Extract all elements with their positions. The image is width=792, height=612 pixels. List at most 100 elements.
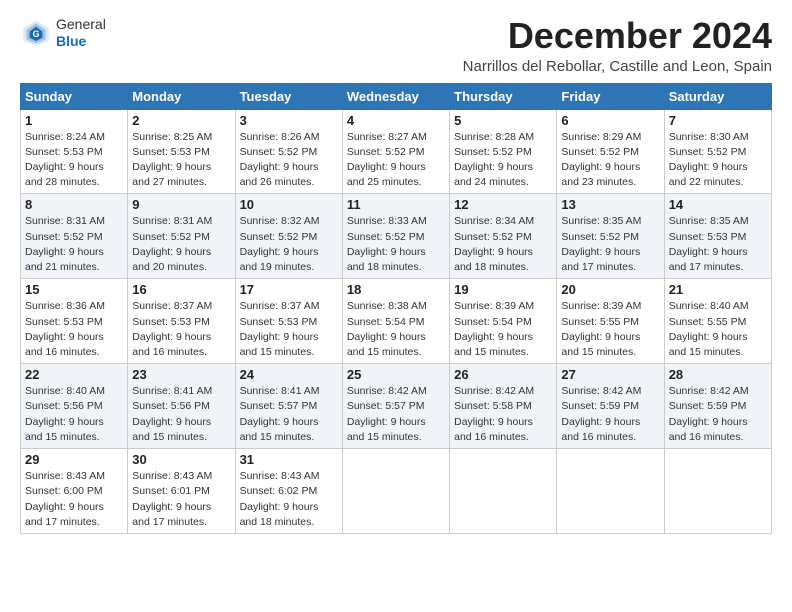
day-info: Sunrise: 8:32 AMSunset: 5:52 PMDaylight:… <box>240 215 320 273</box>
calendar-cell: 11 Sunrise: 8:33 AMSunset: 5:52 PMDaylig… <box>342 194 449 279</box>
day-info: Sunrise: 8:37 AMSunset: 5:53 PMDaylight:… <box>132 300 212 358</box>
calendar-cell: 3 Sunrise: 8:26 AMSunset: 5:52 PMDayligh… <box>235 109 342 194</box>
day-info: Sunrise: 8:36 AMSunset: 5:53 PMDaylight:… <box>25 300 105 358</box>
calendar-cell: 29 Sunrise: 8:43 AMSunset: 6:00 PMDaylig… <box>21 449 128 534</box>
calendar-cell <box>450 449 557 534</box>
day-info: Sunrise: 8:31 AMSunset: 5:52 PMDaylight:… <box>25 215 105 273</box>
calendar-cell: 23 Sunrise: 8:41 AMSunset: 5:56 PMDaylig… <box>128 364 235 449</box>
month-title: December 2024 <box>463 16 772 56</box>
day-info: Sunrise: 8:24 AMSunset: 5:53 PMDaylight:… <box>25 131 105 189</box>
day-info: Sunrise: 8:30 AMSunset: 5:52 PMDaylight:… <box>669 131 749 189</box>
day-number: 11 <box>347 197 445 212</box>
calendar-cell: 5 Sunrise: 8:28 AMSunset: 5:52 PMDayligh… <box>450 109 557 194</box>
day-number: 21 <box>669 282 767 297</box>
calendar-cell: 28 Sunrise: 8:42 AMSunset: 5:59 PMDaylig… <box>664 364 771 449</box>
calendar-cell: 15 Sunrise: 8:36 AMSunset: 5:53 PMDaylig… <box>21 279 128 364</box>
calendar-cell: 26 Sunrise: 8:42 AMSunset: 5:58 PMDaylig… <box>450 364 557 449</box>
day-number: 23 <box>132 367 230 382</box>
day-number: 1 <box>25 113 123 128</box>
day-number: 31 <box>240 452 338 467</box>
day-number: 3 <box>240 113 338 128</box>
calendar-week-row: 15 Sunrise: 8:36 AMSunset: 5:53 PMDaylig… <box>21 279 772 364</box>
calendar-cell: 16 Sunrise: 8:37 AMSunset: 5:53 PMDaylig… <box>128 279 235 364</box>
calendar-cell: 24 Sunrise: 8:41 AMSunset: 5:57 PMDaylig… <box>235 364 342 449</box>
day-info: Sunrise: 8:27 AMSunset: 5:52 PMDaylight:… <box>347 131 427 189</box>
logo-text: General Blue <box>56 16 106 50</box>
calendar-cell: 21 Sunrise: 8:40 AMSunset: 5:55 PMDaylig… <box>664 279 771 364</box>
calendar-cell: 13 Sunrise: 8:35 AMSunset: 5:52 PMDaylig… <box>557 194 664 279</box>
calendar-cell: 6 Sunrise: 8:29 AMSunset: 5:52 PMDayligh… <box>557 109 664 194</box>
day-info: Sunrise: 8:26 AMSunset: 5:52 PMDaylight:… <box>240 131 320 189</box>
header: G General Blue December 2024 Narrillos d… <box>20 16 772 75</box>
day-info: Sunrise: 8:41 AMSunset: 5:57 PMDaylight:… <box>240 385 320 443</box>
calendar-cell <box>342 449 449 534</box>
calendar-week-row: 29 Sunrise: 8:43 AMSunset: 6:00 PMDaylig… <box>21 449 772 534</box>
location: Narrillos del Rebollar, Castille and Leo… <box>463 58 772 75</box>
header-friday: Friday <box>557 83 664 109</box>
calendar-cell: 22 Sunrise: 8:40 AMSunset: 5:56 PMDaylig… <box>21 364 128 449</box>
day-info: Sunrise: 8:35 AMSunset: 5:53 PMDaylight:… <box>669 215 749 273</box>
day-info: Sunrise: 8:28 AMSunset: 5:52 PMDaylight:… <box>454 131 534 189</box>
calendar-cell: 18 Sunrise: 8:38 AMSunset: 5:54 PMDaylig… <box>342 279 449 364</box>
calendar-week-row: 22 Sunrise: 8:40 AMSunset: 5:56 PMDaylig… <box>21 364 772 449</box>
calendar-cell: 19 Sunrise: 8:39 AMSunset: 5:54 PMDaylig… <box>450 279 557 364</box>
day-number: 12 <box>454 197 552 212</box>
day-number: 22 <box>25 367 123 382</box>
day-info: Sunrise: 8:34 AMSunset: 5:52 PMDaylight:… <box>454 215 534 273</box>
calendar-cell: 4 Sunrise: 8:27 AMSunset: 5:52 PMDayligh… <box>342 109 449 194</box>
logo: G General Blue <box>20 16 106 50</box>
day-info: Sunrise: 8:43 AMSunset: 6:02 PMDaylight:… <box>240 470 320 528</box>
calendar-cell: 17 Sunrise: 8:37 AMSunset: 5:53 PMDaylig… <box>235 279 342 364</box>
day-info: Sunrise: 8:39 AMSunset: 5:55 PMDaylight:… <box>561 300 641 358</box>
header-monday: Monday <box>128 83 235 109</box>
day-number: 8 <box>25 197 123 212</box>
calendar-table: Sunday Monday Tuesday Wednesday Thursday… <box>20 83 772 534</box>
calendar-cell: 7 Sunrise: 8:30 AMSunset: 5:52 PMDayligh… <box>664 109 771 194</box>
header-sunday: Sunday <box>21 83 128 109</box>
day-number: 15 <box>25 282 123 297</box>
day-number: 17 <box>240 282 338 297</box>
day-info: Sunrise: 8:33 AMSunset: 5:52 PMDaylight:… <box>347 215 427 273</box>
day-info: Sunrise: 8:42 AMSunset: 5:57 PMDaylight:… <box>347 385 427 443</box>
calendar-cell: 9 Sunrise: 8:31 AMSunset: 5:52 PMDayligh… <box>128 194 235 279</box>
day-number: 2 <box>132 113 230 128</box>
calendar-cell: 1 Sunrise: 8:24 AMSunset: 5:53 PMDayligh… <box>21 109 128 194</box>
day-info: Sunrise: 8:29 AMSunset: 5:52 PMDaylight:… <box>561 131 641 189</box>
calendar-cell: 27 Sunrise: 8:42 AMSunset: 5:59 PMDaylig… <box>557 364 664 449</box>
day-number: 5 <box>454 113 552 128</box>
day-number: 27 <box>561 367 659 382</box>
day-number: 25 <box>347 367 445 382</box>
day-number: 18 <box>347 282 445 297</box>
day-info: Sunrise: 8:39 AMSunset: 5:54 PMDaylight:… <box>454 300 534 358</box>
day-number: 4 <box>347 113 445 128</box>
day-number: 16 <box>132 282 230 297</box>
day-info: Sunrise: 8:43 AMSunset: 6:00 PMDaylight:… <box>25 470 105 528</box>
day-number: 14 <box>669 197 767 212</box>
calendar-cell: 10 Sunrise: 8:32 AMSunset: 5:52 PMDaylig… <box>235 194 342 279</box>
header-saturday: Saturday <box>664 83 771 109</box>
calendar-cell: 30 Sunrise: 8:43 AMSunset: 6:01 PMDaylig… <box>128 449 235 534</box>
day-number: 10 <box>240 197 338 212</box>
calendar-cell <box>557 449 664 534</box>
day-info: Sunrise: 8:40 AMSunset: 5:55 PMDaylight:… <box>669 300 749 358</box>
day-number: 26 <box>454 367 552 382</box>
title-block: December 2024 Narrillos del Rebollar, Ca… <box>463 16 772 75</box>
logo-icon: G <box>20 17 52 49</box>
calendar-header-row: Sunday Monday Tuesday Wednesday Thursday… <box>21 83 772 109</box>
day-info: Sunrise: 8:37 AMSunset: 5:53 PMDaylight:… <box>240 300 320 358</box>
day-info: Sunrise: 8:25 AMSunset: 5:53 PMDaylight:… <box>132 131 212 189</box>
day-info: Sunrise: 8:41 AMSunset: 5:56 PMDaylight:… <box>132 385 212 443</box>
calendar-cell: 8 Sunrise: 8:31 AMSunset: 5:52 PMDayligh… <box>21 194 128 279</box>
logo-blue-text: Blue <box>56 33 106 50</box>
day-info: Sunrise: 8:31 AMSunset: 5:52 PMDaylight:… <box>132 215 212 273</box>
day-number: 13 <box>561 197 659 212</box>
calendar-week-row: 8 Sunrise: 8:31 AMSunset: 5:52 PMDayligh… <box>21 194 772 279</box>
calendar-cell <box>664 449 771 534</box>
day-number: 29 <box>25 452 123 467</box>
day-info: Sunrise: 8:40 AMSunset: 5:56 PMDaylight:… <box>25 385 105 443</box>
day-number: 7 <box>669 113 767 128</box>
calendar-cell: 12 Sunrise: 8:34 AMSunset: 5:52 PMDaylig… <box>450 194 557 279</box>
day-number: 9 <box>132 197 230 212</box>
calendar-cell: 20 Sunrise: 8:39 AMSunset: 5:55 PMDaylig… <box>557 279 664 364</box>
day-number: 19 <box>454 282 552 297</box>
